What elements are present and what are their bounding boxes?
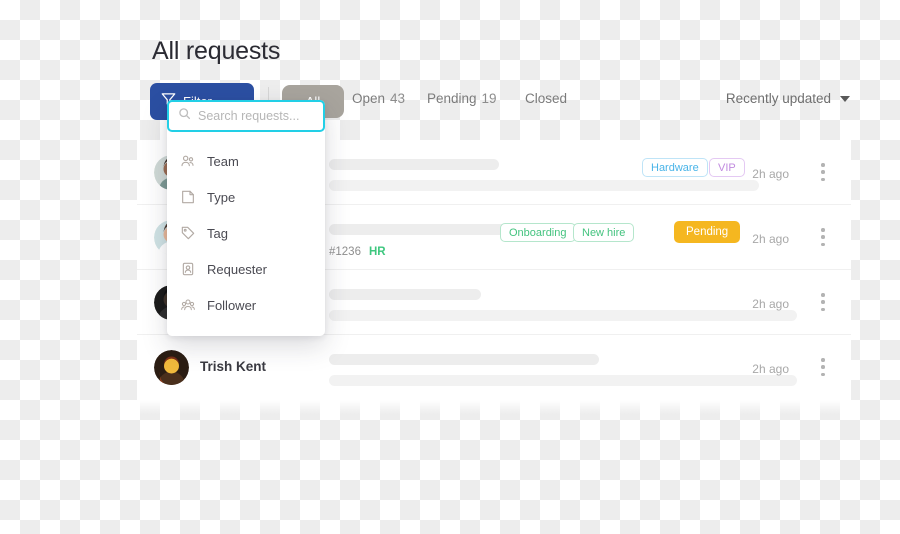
menu-item-follower[interactable]: Follower	[167, 287, 325, 323]
skeleton-title	[329, 289, 481, 300]
avatar	[154, 350, 189, 385]
menu-item-label: Team	[207, 153, 239, 169]
tab-closed-label: Closed	[525, 91, 568, 106]
sort-dropdown-label: Recently updated	[725, 91, 831, 106]
type-icon	[180, 189, 196, 205]
skeleton-subtitle	[329, 375, 797, 386]
search-input-wrapper[interactable]: Search requests...	[167, 100, 325, 132]
timestamp: 2h ago	[752, 232, 789, 246]
timestamp: 2h ago	[752, 297, 789, 311]
tab-pending-count: 19	[481, 91, 497, 106]
kebab-menu-icon[interactable]	[821, 358, 825, 376]
tag-chip[interactable]: Onboarding	[500, 223, 576, 242]
tag-chip[interactable]: Hardware	[642, 158, 708, 177]
search-filter-popover: Search requests... Team Type Tag Request…	[167, 100, 325, 336]
status-badge: Pending	[674, 221, 741, 243]
menu-item-label: Type	[207, 189, 236, 205]
page-title: All requests	[152, 37, 281, 65]
search-icon	[178, 107, 191, 125]
requester-name: Trish Kent	[200, 359, 267, 374]
menu-item-label: Requester	[207, 261, 267, 277]
menu-item-requester[interactable]: Requester	[167, 251, 325, 287]
menu-item-team[interactable]: Team	[167, 143, 325, 179]
screenshot-stage: All requests Filter All Open43 Pending19…	[0, 0, 900, 534]
tab-open-label: Open	[352, 91, 386, 106]
tab-open[interactable]: Open 43	[352, 91, 405, 106]
skeleton-subtitle	[329, 310, 797, 321]
filter-menu: Team Type Tag Requester Follower	[167, 132, 325, 336]
kebab-menu-icon[interactable]	[821, 228, 825, 246]
kebab-menu-icon[interactable]	[821, 163, 825, 181]
timestamp: 2h ago	[752, 167, 789, 181]
tab-pending-label: Pending	[427, 91, 477, 106]
tab-open-count: 43	[390, 91, 406, 106]
tab-pending[interactable]: Pending 19	[427, 91, 497, 106]
ticket-id: #1236	[329, 246, 361, 258]
follower-icon	[180, 297, 196, 313]
ticket-department: HR	[369, 246, 386, 258]
search-input[interactable]: Search requests...	[198, 109, 299, 123]
menu-item-type[interactable]: Type	[167, 179, 325, 215]
skeleton-title	[329, 354, 599, 365]
tag-chip[interactable]: VIP	[709, 158, 745, 177]
timestamp: 2h ago	[752, 362, 789, 376]
skeleton-title	[329, 159, 499, 170]
menu-item-tag[interactable]: Tag	[167, 215, 325, 251]
tag-icon	[180, 225, 196, 241]
chevron-down-icon	[840, 95, 850, 102]
menu-item-label: Tag	[207, 225, 228, 241]
requester-icon	[180, 261, 196, 277]
skeleton-subtitle	[329, 180, 759, 191]
kebab-menu-icon[interactable]	[821, 293, 825, 311]
team-icon	[180, 153, 196, 169]
menu-item-label: Follower	[207, 297, 257, 313]
tag-chip[interactable]: New hire	[573, 223, 635, 242]
table-row[interactable]: Trish Kent 2h ago	[137, 335, 851, 400]
sort-dropdown[interactable]: Recently updated	[726, 91, 850, 106]
tab-closed[interactable]: Closed	[525, 91, 567, 106]
